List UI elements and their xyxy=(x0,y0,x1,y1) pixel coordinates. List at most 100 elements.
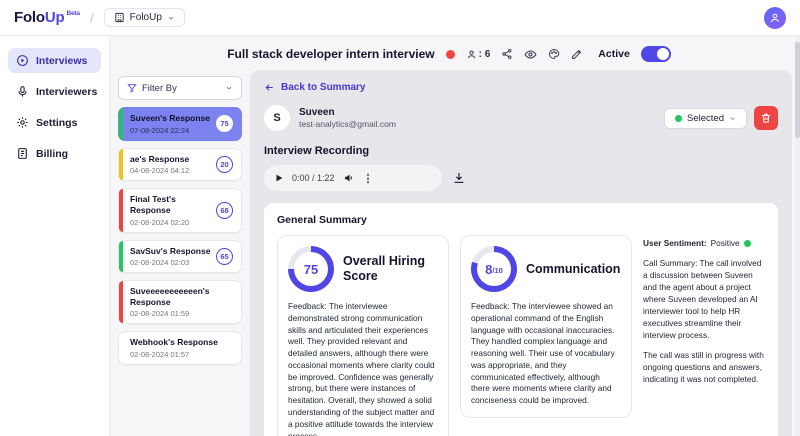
chevron-down-icon xyxy=(225,84,233,92)
player-menu-icon[interactable]: ⋮ xyxy=(363,172,374,185)
beta-badge: Beta xyxy=(66,10,79,17)
hiring-score-title: Overall Hiring Score xyxy=(343,254,438,284)
sidebar-nav: Interviews Interviewers Settings Billing xyxy=(0,36,110,436)
hiring-score-ring: 75 xyxy=(288,246,334,292)
communication-score-card: 8/10 Communication Feedback: The intervi… xyxy=(460,235,632,418)
delete-response-button[interactable] xyxy=(754,106,778,130)
interview-title: Full stack developer intern interview xyxy=(227,47,434,61)
call-summary-paragraph-2: The call was still in progress with ongo… xyxy=(643,349,765,385)
player-time: 0:00 / 1:22 xyxy=(292,173,335,183)
logo-text-2: Up xyxy=(45,9,65,26)
general-summary-card: General Summary 75 Overall Hiring Score … xyxy=(264,203,778,436)
scrollbar-thumb[interactable] xyxy=(795,42,800,138)
user-sentiment-label: User Sentiment: xyxy=(643,237,707,249)
sentiment-dot xyxy=(744,240,751,247)
communication-feedback: Feedback: The interviewee showed an oper… xyxy=(471,301,621,407)
org-name: FoloUp xyxy=(130,12,162,23)
top-bar: FoloUp Beta / FoloUp xyxy=(0,0,800,36)
responses-column: Filter By Suveen's Response 07-08-2024 2… xyxy=(118,76,242,365)
person-icon xyxy=(466,49,477,60)
palette-icon[interactable] xyxy=(548,48,560,60)
score-color-bar xyxy=(119,281,123,323)
play-button[interactable] xyxy=(274,173,284,183)
respondents-count: : 6 xyxy=(466,49,491,60)
sentiment-column: User Sentiment: Positive Call Summary: T… xyxy=(643,235,765,385)
response-name: Suveen's Response xyxy=(130,113,212,124)
response-list-item[interactable]: Suveen's Response 07-08-2024 22:24 75 xyxy=(118,107,242,141)
candidate-status-select[interactable]: Selected xyxy=(664,108,747,129)
communication-score-ring: 8/10 xyxy=(471,246,517,292)
window-scrollbar xyxy=(795,36,800,436)
org-icon xyxy=(114,12,125,23)
hiring-score-value: 75 xyxy=(304,262,318,277)
response-date: 07-08-2024 22:24 xyxy=(130,126,212,135)
toggle-knob xyxy=(657,48,669,60)
candidate-name: Suveen xyxy=(299,107,396,118)
score-badge: 75 xyxy=(216,115,233,132)
audio-player-row: 0:00 / 1:22 ⋮ xyxy=(264,165,778,191)
active-toggle[interactable] xyxy=(641,46,671,62)
score-badge: 68 xyxy=(216,202,233,219)
sidebar-item-settings[interactable]: Settings xyxy=(8,110,101,135)
play-circle-icon xyxy=(16,54,29,67)
volume-icon[interactable] xyxy=(343,172,355,184)
org-switcher-button[interactable]: FoloUp xyxy=(104,8,185,27)
call-summary-paragraph-1: Call Summary: The call involved a discus… xyxy=(643,257,765,341)
eye-icon[interactable] xyxy=(524,48,537,61)
response-detail-panel: Back to Summary S Suveen test-analytics@… xyxy=(250,70,792,436)
communication-score-value: 8 xyxy=(485,262,492,277)
sidebar-item-billing[interactable]: Billing xyxy=(8,141,101,166)
filter-by-select[interactable]: Filter By xyxy=(118,76,242,100)
sidebar-item-label: Settings xyxy=(36,117,77,129)
foloup-logo[interactable]: FoloUp Beta xyxy=(14,9,80,26)
response-date: 02-08-2024 02:03 xyxy=(130,258,212,267)
status-dot xyxy=(675,115,682,122)
user-sentiment-value: Positive xyxy=(711,237,740,249)
response-list-item[interactable]: SavSuv's Response 02-08-2024 02:03 65 xyxy=(118,240,242,274)
billing-icon xyxy=(16,147,29,160)
response-date: 02-08-2024 01:57 xyxy=(130,350,233,359)
trash-icon xyxy=(760,112,772,124)
user-avatar[interactable] xyxy=(764,7,786,29)
filter-funnel-icon xyxy=(127,83,137,93)
score-color-bar xyxy=(119,108,123,140)
response-date: 04-08-2024 04:12 xyxy=(130,166,212,175)
response-list-item[interactable]: Final Test's Response 02-08-2024 02:20 6… xyxy=(118,188,242,232)
communication-title: Communication xyxy=(526,262,620,277)
response-name: Webhook's Response xyxy=(130,337,233,348)
score-color-bar xyxy=(119,241,123,273)
response-list-item[interactable]: Suveeeeeeeeeeen's Response 02-08-2024 01… xyxy=(118,280,242,324)
user-icon xyxy=(769,12,781,24)
sidebar-item-label: Interviews xyxy=(36,55,87,67)
sidebar-item-label: Billing xyxy=(36,148,68,160)
response-name: Suveeeeeeeeeeen's Response xyxy=(130,286,233,307)
share-icon[interactable] xyxy=(501,48,513,60)
filter-by-label: Filter By xyxy=(142,83,177,94)
back-to-summary-link[interactable]: Back to Summary xyxy=(264,82,778,93)
breadcrumb-separator: / xyxy=(90,10,94,26)
gear-icon xyxy=(16,116,29,129)
response-name: SavSuv's Response xyxy=(130,246,212,257)
response-name: ae's Response xyxy=(130,154,212,165)
download-icon[interactable] xyxy=(452,171,466,185)
sidebar-item-interviews[interactable]: Interviews xyxy=(8,48,101,73)
edit-pencil-icon[interactable] xyxy=(571,48,583,60)
score-badge: 20 xyxy=(216,156,233,173)
response-date: 02-08-2024 02:20 xyxy=(130,218,212,227)
logo-text-1: Folo xyxy=(14,9,45,26)
sidebar-item-label: Interviewers xyxy=(36,86,97,98)
response-list-item[interactable]: ae's Response 04-08-2024 04:12 20 xyxy=(118,148,242,182)
respondents-count-value: : 6 xyxy=(479,49,491,60)
microphone-icon xyxy=(16,85,29,98)
recording-status-dot xyxy=(446,50,455,59)
score-color-bar xyxy=(119,189,123,231)
response-list-item[interactable]: Webhook's Response 02-08-2024 01:57 xyxy=(118,331,242,365)
foloup-app: FoloUp Beta / FoloUp Interviews xyxy=(0,0,800,436)
chevron-down-icon xyxy=(729,115,736,122)
score-badge: 65 xyxy=(216,248,233,265)
general-summary-title: General Summary xyxy=(277,214,765,226)
active-label: Active xyxy=(598,48,630,60)
sidebar-item-interviewers[interactable]: Interviewers xyxy=(8,79,101,104)
audio-player: 0:00 / 1:22 ⋮ xyxy=(264,165,442,191)
overall-hiring-score-card: 75 Overall Hiring Score Feedback: The in… xyxy=(277,235,449,436)
